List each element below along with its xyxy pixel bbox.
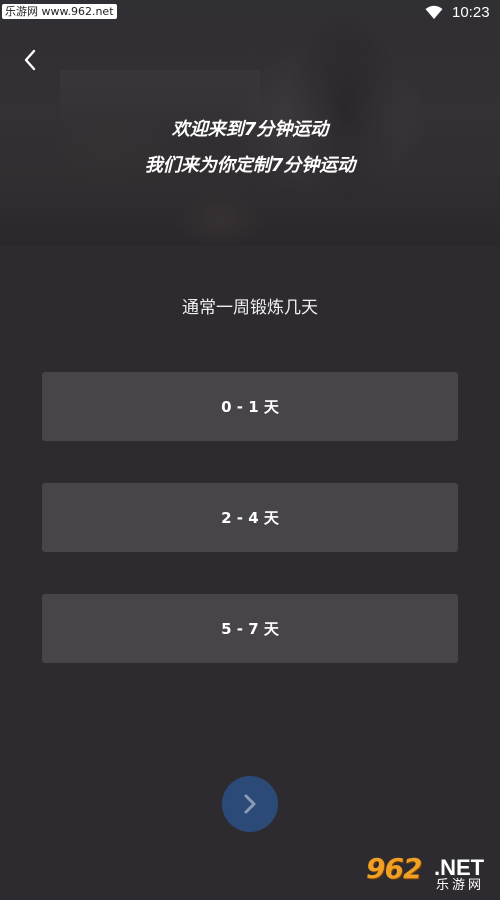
welcome-headline: 欢迎来到7分钟运动 我们来为你定制7分钟运动 — [0, 112, 500, 184]
headline-line-2: 我们来为你定制7分钟运动 — [144, 155, 356, 176]
back-button[interactable] — [14, 44, 46, 76]
watermark-sub: 乐游网 — [436, 878, 485, 893]
next-button[interactable] — [222, 776, 278, 832]
option-0-1-days[interactable]: 0 - 1 天 — [42, 372, 458, 441]
option-label: 0 - 1 天 — [221, 398, 279, 416]
watermark-brand: 962 — [366, 852, 422, 885]
chevron-left-icon — [24, 49, 36, 71]
option-2-4-days[interactable]: 2 - 4 天 — [42, 483, 458, 552]
question-text: 通常一周锻炼几天 — [182, 298, 318, 318]
chevron-right-icon — [244, 794, 256, 814]
wifi-icon — [425, 5, 443, 19]
status-time: 10:23 — [452, 4, 490, 21]
option-label: 2 - 4 天 — [221, 509, 279, 527]
option-label: 5 - 7 天 — [221, 620, 279, 638]
status-bar: 乐游网 www.962.net 10:23 — [0, 0, 500, 26]
brand-watermark: 962 .NET 乐游网 — [360, 852, 496, 898]
site-watermark: 乐游网 www.962.net — [2, 4, 117, 19]
headline-line-1: 欢迎来到7分钟运动 — [171, 119, 329, 140]
screen: 乐游网 www.962.net 10:23 欢迎来到7分钟运动 我们来为你定制7… — [0, 0, 500, 900]
option-5-7-days[interactable]: 5 - 7 天 — [42, 594, 458, 663]
